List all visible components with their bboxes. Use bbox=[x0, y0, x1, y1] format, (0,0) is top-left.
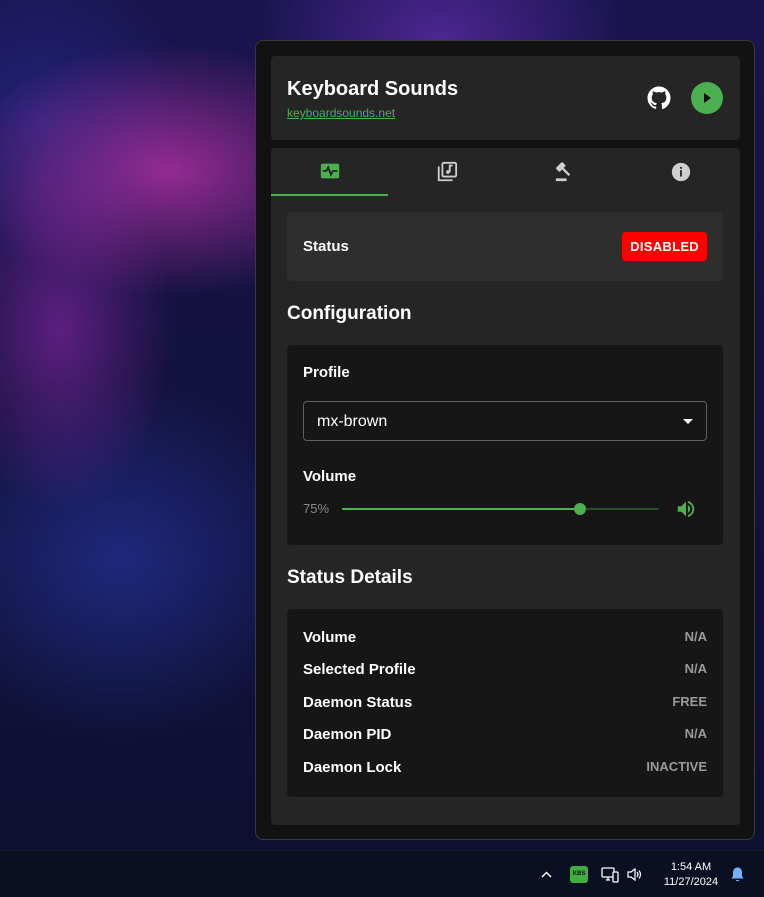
detail-row-selected-profile: Selected Profile N/A bbox=[303, 661, 707, 681]
detail-label: Selected Profile bbox=[303, 661, 416, 678]
detail-row-daemon-pid: Daemon PID N/A bbox=[303, 726, 707, 746]
gavel-icon bbox=[555, 162, 570, 182]
detail-value: INACTIVE bbox=[646, 759, 707, 774]
detail-label: Daemon Status bbox=[303, 694, 413, 711]
detail-label: Volume bbox=[303, 629, 357, 646]
github-button[interactable] bbox=[645, 84, 673, 112]
profile-value: mx-brown bbox=[317, 413, 388, 430]
taskbar-clock[interactable]: 1:54 AM 11/27/2024 bbox=[656, 860, 726, 890]
status-label: Status bbox=[303, 238, 349, 255]
detail-value: N/A bbox=[684, 726, 707, 741]
configuration-heading: Configuration bbox=[287, 303, 412, 324]
app-header: Keyboard Sounds keyboardsounds.net bbox=[271, 56, 740, 140]
detail-row-volume: Volume N/A bbox=[303, 629, 707, 649]
speaker-volume-icon[interactable] bbox=[675, 498, 697, 520]
website-link[interactable]: keyboardsounds.net bbox=[287, 106, 395, 120]
configuration-card: Profile mx-brown Volume 75% bbox=[287, 345, 723, 545]
play-icon bbox=[704, 93, 711, 103]
volume-value: 75% bbox=[303, 501, 330, 516]
status-details-card: Volume N/A Selected Profile N/A Daemon S… bbox=[287, 609, 723, 797]
detail-value: N/A bbox=[684, 629, 707, 644]
keyboard-sounds-tray-icon[interactable]: KBS bbox=[570, 866, 588, 883]
tab-bar bbox=[271, 148, 740, 196]
detail-row-daemon-lock: Daemon Lock INACTIVE bbox=[303, 759, 707, 779]
main-panel: Status DISABLED Configuration Profile mx… bbox=[271, 148, 740, 825]
profile-select[interactable]: mx-brown bbox=[303, 401, 707, 441]
info-icon bbox=[671, 162, 690, 182]
detail-label: Daemon PID bbox=[303, 726, 392, 743]
volume-slider-fill bbox=[342, 508, 580, 510]
detail-value: FREE bbox=[672, 694, 707, 709]
status-details-heading: Status Details bbox=[287, 567, 413, 588]
clock-date: 11/27/2024 bbox=[663, 876, 719, 888]
volume-label: Volume bbox=[303, 468, 357, 485]
activity-icon bbox=[320, 163, 339, 179]
clock-time: 1:54 AM bbox=[670, 861, 712, 873]
taskbar: KBS 1:54 AM 11/27/2024 bbox=[0, 850, 764, 897]
tab-rules[interactable] bbox=[505, 148, 622, 196]
chevron-up-icon[interactable] bbox=[540, 868, 553, 881]
detail-value: N/A bbox=[684, 661, 707, 676]
status-badge: DISABLED bbox=[622, 232, 707, 261]
github-icon bbox=[647, 86, 671, 110]
start-button[interactable] bbox=[691, 82, 723, 114]
app-window: Keyboard Sounds keyboardsounds.net Statu… bbox=[255, 40, 755, 840]
detail-row-daemon-status: Daemon Status FREE bbox=[303, 694, 707, 714]
detail-label: Daemon Lock bbox=[303, 759, 402, 776]
speaker-icon[interactable] bbox=[626, 866, 644, 883]
network-icon[interactable] bbox=[601, 866, 619, 883]
tab-about[interactable] bbox=[622, 148, 739, 196]
tab-profiles[interactable] bbox=[388, 148, 505, 196]
volume-slider-thumb[interactable] bbox=[573, 503, 586, 515]
music-library-icon bbox=[437, 161, 457, 182]
notification-bell-icon[interactable] bbox=[730, 866, 745, 883]
profile-label: Profile bbox=[303, 364, 350, 381]
tab-status[interactable] bbox=[271, 148, 388, 196]
chevron-down-icon bbox=[683, 419, 693, 424]
volume-slider[interactable] bbox=[342, 503, 659, 515]
app-title: Keyboard Sounds bbox=[287, 78, 459, 100]
status-card: Status DISABLED bbox=[287, 212, 723, 281]
